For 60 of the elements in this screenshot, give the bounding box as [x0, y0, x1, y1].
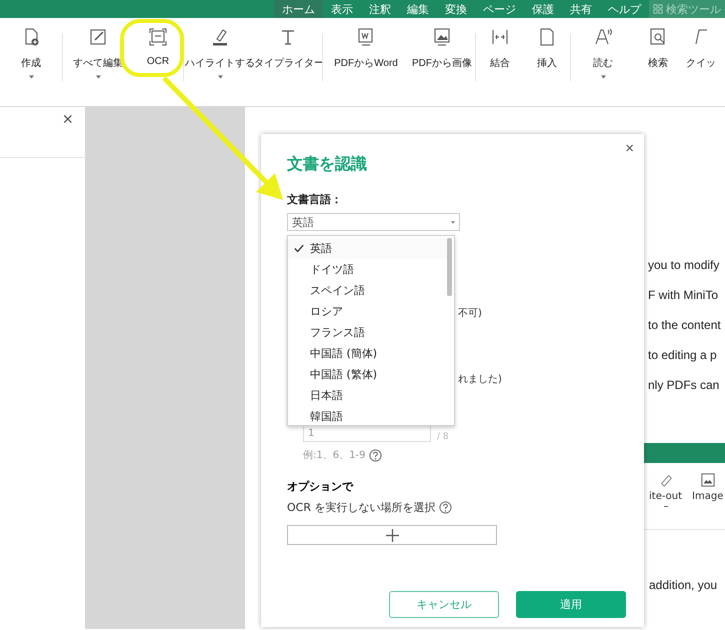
document-text: addition, you: [649, 578, 718, 592]
toolbar-button[interactable]: クイッ: [681, 27, 721, 79]
image-export-icon: [432, 27, 452, 47]
help-icon[interactable]: [369, 448, 382, 462]
field-label: OCR を実行しない場所を選択: [287, 500, 436, 515]
menu-tab[interactable]: ページ: [475, 0, 524, 18]
toolbar-button[interactable]: 読む: [571, 27, 635, 79]
toolbar-button[interactable]: 作成: [0, 27, 62, 79]
menu-tab[interactable]: 保護: [524, 0, 562, 18]
read-aloud-icon: [593, 27, 613, 47]
toolbar-button[interactable]: 挿入: [524, 27, 570, 79]
section-heading: オプションで: [287, 479, 354, 494]
language-option[interactable]: 英語: [288, 238, 447, 259]
menu-tab[interactable]: 編集: [399, 0, 437, 18]
menu-tab[interactable]: 注釈: [361, 0, 399, 18]
pencil-square-icon: [88, 27, 108, 47]
plus-icon: [386, 528, 398, 542]
hint-text: 例:1、6、1-9: [303, 449, 366, 462]
toolbar-button[interactable]: 結合: [476, 27, 524, 79]
toolbar-button[interactable]: PDFからWord: [323, 27, 409, 79]
toolbar-button[interactable]: OCR: [133, 27, 183, 76]
grid-icon: [653, 4, 663, 14]
toolbar-button[interactable]: ite-out: [649, 473, 682, 519]
document-text: F with MiniTo: [648, 287, 720, 303]
menu-tab[interactable]: 表示: [323, 0, 361, 18]
image-icon: [700, 473, 715, 487]
language-option[interactable]: ロシア: [288, 301, 447, 322]
language-select[interactable]: 英語: [287, 213, 460, 231]
close-button[interactable]: ×: [62, 109, 73, 130]
toolbar-button[interactable]: 検索: [635, 27, 681, 79]
caret-icon: [451, 220, 455, 224]
check-icon: [294, 244, 304, 253]
highlighter-icon: [210, 27, 230, 47]
toolbar-button[interactable]: Image: [692, 473, 724, 519]
eraser-icon: [658, 473, 673, 487]
document-text: you to modify: [648, 257, 720, 273]
language-option[interactable]: フランス語: [288, 322, 447, 343]
scan-document-icon: [148, 27, 168, 47]
language-option[interactable]: スペイン語: [288, 280, 447, 301]
close-button[interactable]: ×: [625, 140, 634, 157]
page-count: / 8: [437, 432, 449, 442]
toolbar-button[interactable]: ハイライトする: [184, 27, 256, 79]
menu-tab[interactable]: 変換: [437, 0, 475, 18]
dialog-title: 文書を認識: [287, 154, 368, 175]
document-text: to editing a p: [648, 347, 718, 363]
menu-tab[interactable]: 共有: [562, 0, 600, 18]
option-text: 不可): [458, 307, 482, 320]
language-option[interactable]: 日本語: [288, 385, 447, 406]
toolbar-button[interactable]: PDFから画像: [409, 27, 475, 79]
field-label: 文書言語：: [287, 192, 343, 207]
help-icon[interactable]: [439, 501, 452, 514]
language-option[interactable]: 中国語 (繁体): [288, 364, 447, 385]
document-text: to the content: [648, 317, 722, 333]
option-text: れました): [458, 373, 502, 386]
language-option[interactable]: ドイツ語: [288, 259, 447, 280]
document-text: nly PDFs can: [648, 377, 720, 393]
merge-icon: [490, 27, 510, 47]
menu-tab[interactable]: ホーム: [274, 0, 323, 18]
menu-tab[interactable]: ヘルプ: [600, 0, 649, 18]
language-option[interactable]: 中国語 (簡体): [288, 343, 447, 364]
